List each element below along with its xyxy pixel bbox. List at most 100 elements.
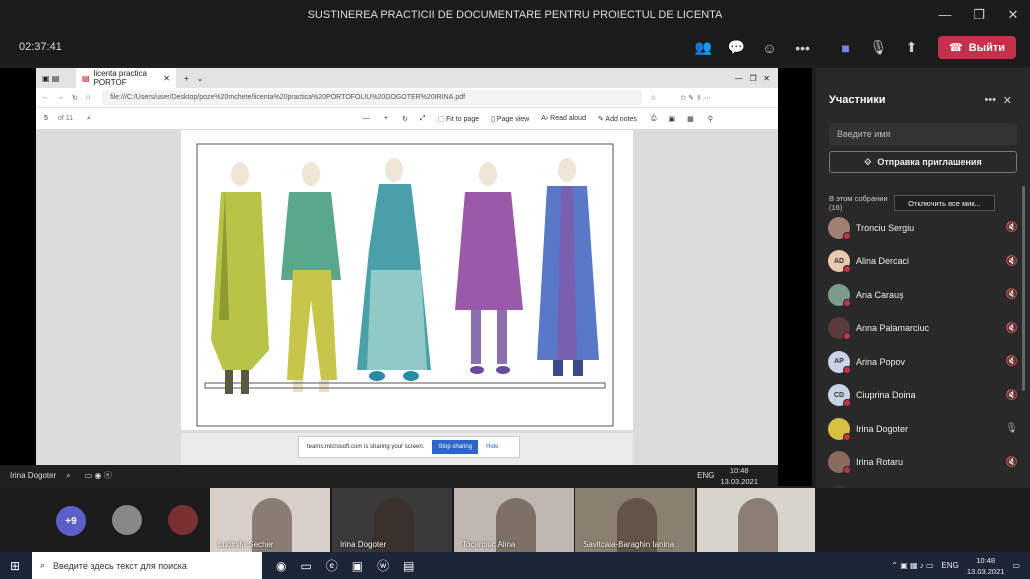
avatar: [828, 317, 851, 341]
windows-start-icon[interactable]: ⊞: [10, 559, 20, 573]
participant-name: Alina Dercaci: [856, 256, 910, 267]
more-participants-button[interactable]: +9: [56, 506, 86, 536]
pinned-apps[interactable]: ◉▭ⓔ▣ⓦ▤: [276, 557, 429, 574]
save-icon[interactable]: ▣: [669, 115, 676, 123]
minimize-icon[interactable]: —: [928, 0, 962, 30]
back-icon[interactable]: ←: [42, 94, 49, 101]
mic-muted-icon: 🔇: [1005, 456, 1018, 468]
mic-muted-icon: 🔇: [1005, 322, 1018, 334]
participant-row[interactable]: Anna Palamarciuc 🔇: [828, 312, 1018, 346]
rotate-icon[interactable]: ↻: [402, 115, 408, 123]
mic-muted-icon: 🔇: [1005, 222, 1018, 234]
chat-icon[interactable]: 💬: [720, 30, 753, 65]
more-icon[interactable]: •••: [786, 30, 819, 65]
presenter-clock: 10:48 13.03.2021: [720, 465, 758, 486]
video-tile-name: Savitcaia-Baraghin Ianina: [583, 540, 675, 549]
pdf-icon: ▤: [82, 73, 90, 83]
pdf-viewer: [36, 130, 778, 465]
leave-button[interactable]: ☎ Выйти: [938, 36, 1016, 59]
pin-icon[interactable]: ⚲: [708, 115, 713, 123]
print-icon[interactable]: ⎙: [651, 115, 657, 123]
participants-icon[interactable]: 👥: [687, 30, 720, 65]
windows-search-input[interactable]: ⌕ Введите здесь текст для поиска: [32, 552, 262, 579]
presenter-name: Irina Dogoter: [10, 471, 57, 480]
taskbar-apps-icon[interactable]: ▭ ◉ ⓔ: [85, 470, 112, 481]
browser-tab[interactable]: ▤ licenta practica PORTOF ✕: [76, 68, 176, 88]
system-tray: ⌃ ▣ ▦ ♪ ▭ ENG 10:48 13.03.2021 ▭: [891, 552, 1020, 579]
video-tile[interactable]: Tocarciuc Alina: [454, 488, 574, 552]
mic-muted-icon: 🔇: [1005, 255, 1018, 267]
lang-indicator[interactable]: ENG: [942, 561, 959, 570]
tray-icons[interactable]: ⌃ ▣ ▦ ♪ ▭: [891, 561, 933, 570]
system-clock[interactable]: 10:48 13.03.2021: [967, 555, 1005, 577]
browser-tools-icon[interactable]: ✩ ✎ ⇪ ⋯: [680, 94, 710, 102]
home-icon[interactable]: ⌂: [86, 94, 90, 101]
fullscreen-icon[interactable]: ⤢: [420, 115, 426, 123]
notifications-icon[interactable]: ▭: [1012, 561, 1020, 570]
reactions-icon[interactable]: ☺: [753, 30, 786, 65]
browser-window-controls[interactable]: — ❐ ✕: [735, 74, 770, 83]
video-tile[interactable]: Irina Dogoter: [332, 488, 452, 552]
participant-name: Ana Carauș: [856, 289, 904, 300]
zoom-out-icon[interactable]: —: [363, 115, 370, 122]
hide-link[interactable]: Hide: [486, 444, 498, 450]
video-tile[interactable]: Savitcaia-Baraghin Ianina: [575, 488, 695, 552]
taskbar-search-icon[interactable]: ⌕: [66, 471, 70, 481]
new-tab-icon[interactable]: +: [184, 74, 189, 83]
video-tile[interactable]: Ludmila Secher: [210, 488, 330, 552]
share-screen-icon[interactable]: ⬆: [895, 30, 928, 65]
maximize-icon[interactable]: ❐: [962, 0, 996, 30]
forward-icon[interactable]: →: [57, 94, 64, 101]
fashion-sketch-illustration: [196, 143, 614, 427]
windows-taskbar: ⊞ ⌕ Введите здесь текст для поиска ◉▭ⓔ▣ⓦ▤…: [0, 552, 1030, 579]
participant-row[interactable]: CD Ciuprina Doina 🔇: [828, 379, 1018, 413]
avatar: CD: [828, 384, 851, 408]
refresh-icon[interactable]: ↻: [72, 94, 78, 102]
invite-button[interactable]: ⟐ Отправка приглашения: [829, 151, 1017, 173]
share-link-icon: ⟐: [864, 156, 872, 167]
read-aloud-button[interactable]: A› Read aloud: [541, 115, 586, 122]
fit-to-page-button[interactable]: ⬚ Fit to page: [437, 115, 479, 123]
close-icon[interactable]: ✕: [996, 0, 1030, 30]
participant-row[interactable]: Ana Carauș 🔇: [828, 278, 1018, 312]
participant-row[interactable]: Tronciu Sergiu 🔇: [828, 211, 1018, 245]
presenter-lang: ENG: [697, 471, 715, 480]
search-icon: ⌕: [40, 560, 46, 570]
pdf-search-icon[interactable]: ⌕: [87, 115, 91, 123]
participant-row[interactable]: AD Alina Dercaci 🔇: [828, 245, 1018, 279]
page-total: of 11: [57, 115, 73, 122]
participant-name: Irina Rotaru: [856, 457, 904, 468]
video-tile-name: Ludmila Secher: [218, 540, 274, 549]
browser-window: ▣ ▤ ▤ licenta practica PORTOF ✕ + ⌄ — ❐ …: [36, 68, 778, 465]
tab-dropdown-icon[interactable]: ⌄: [197, 74, 204, 83]
panel-close-icon[interactable]: ✕: [1003, 94, 1012, 107]
tab-actions-icon[interactable]: ▣ ▤: [42, 74, 59, 83]
mute-all-button[interactable]: Отключить все мик...: [894, 195, 995, 211]
video-tile[interactable]: [697, 488, 815, 552]
save-as-icon[interactable]: ▦: [687, 115, 694, 123]
stop-sharing-button[interactable]: Stop sharing: [432, 440, 479, 454]
participant-row[interactable]: AP Arina Popov 🔇: [828, 345, 1018, 379]
camera-icon[interactable]: ■: [829, 30, 862, 65]
page-view-button[interactable]: ▯ Page view: [491, 115, 529, 123]
phone-icon: ☎: [949, 42, 963, 54]
favorite-icon[interactable]: ☆: [650, 94, 656, 102]
page-number-input[interactable]: 5: [44, 115, 48, 122]
meeting-toolbar: 02:37:41 👥 💬 ☺ ••• ■ 🎙 ⬆ ☎ Выйти: [0, 30, 1030, 65]
participant-name: Tronciu Sergiu: [856, 222, 915, 233]
panel-scrollbar[interactable]: [1022, 186, 1025, 391]
participant-row[interactable]: Irina Dogoter 🎙: [828, 412, 1018, 446]
add-notes-button[interactable]: ✎ Add notes: [598, 115, 637, 123]
participant-name: Arina Popov: [856, 356, 906, 367]
panel-title: Участники: [829, 94, 886, 106]
address-input[interactable]: file:///C:/Users/user/Desktop/poze%20mch…: [102, 90, 643, 105]
zoom-in-icon[interactable]: +: [384, 115, 388, 122]
presenter-taskbar: Irina Dogoter ⌕ ▭ ◉ ⓔ ENG 10:48 13.03.202…: [0, 465, 778, 486]
section-header[interactable]: В этом собрании (16): [829, 194, 889, 212]
mic-muted-icon[interactable]: 🎙: [862, 30, 895, 65]
panel-more-icon[interactable]: •••: [984, 94, 996, 106]
participant-row[interactable]: Irina Rotaru 🔇: [828, 446, 1018, 480]
mic-muted-icon: 🔇: [1005, 356, 1018, 368]
tab-close-icon[interactable]: ✕: [163, 74, 170, 83]
participant-search-input[interactable]: Введите имя: [829, 123, 1017, 145]
